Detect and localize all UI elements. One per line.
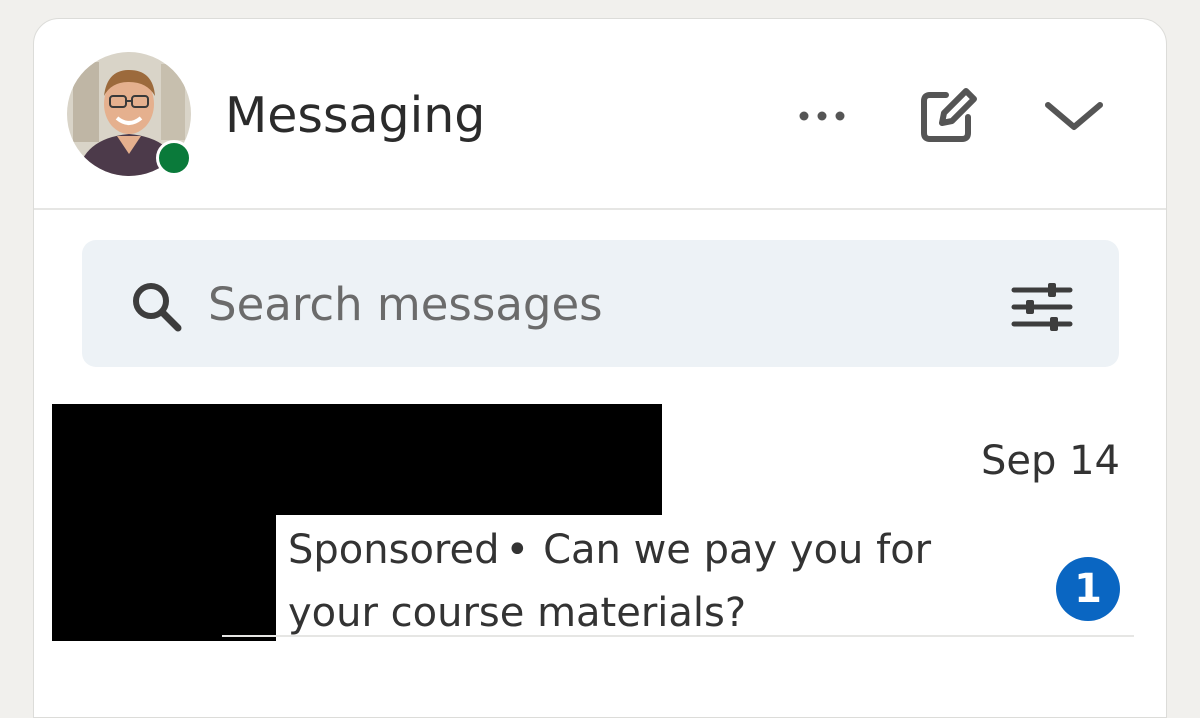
search-bar xyxy=(82,240,1119,367)
search-input[interactable] xyxy=(206,270,970,338)
page-title: Messaging xyxy=(225,87,486,144)
chevron-down-icon xyxy=(1045,102,1103,130)
redacted-sender-avatar xyxy=(52,515,276,641)
filter-button[interactable] xyxy=(1010,276,1074,338)
more-options-button[interactable] xyxy=(786,91,858,141)
conversation-date: Sep 14 xyxy=(980,438,1120,484)
conversation-list-item[interactable]: Sep 14 Sponsored • Can we pay you for your… xyxy=(34,404,1168,656)
ellipsis-icon xyxy=(799,111,845,121)
online-status-indicator xyxy=(156,140,192,176)
separator-dot: • xyxy=(505,527,530,573)
message-preview: Sponsored • Can we pay you for your course… xyxy=(288,519,1008,645)
list-divider xyxy=(222,635,1134,637)
redacted-sender-name xyxy=(52,404,662,515)
messaging-header: Messaging xyxy=(34,19,1166,210)
collapse-panel-button[interactable] xyxy=(1038,89,1110,145)
search-icon xyxy=(133,283,182,332)
filter-sliders-icon xyxy=(1011,283,1073,331)
compose-icon xyxy=(921,88,977,142)
unread-count-badge: 1 xyxy=(1056,557,1120,621)
sponsored-label: Sponsored xyxy=(288,527,500,573)
messaging-panel: Messaging Search messages Sep 14 Sponsor… xyxy=(33,18,1167,718)
compose-message-button[interactable] xyxy=(916,83,980,147)
